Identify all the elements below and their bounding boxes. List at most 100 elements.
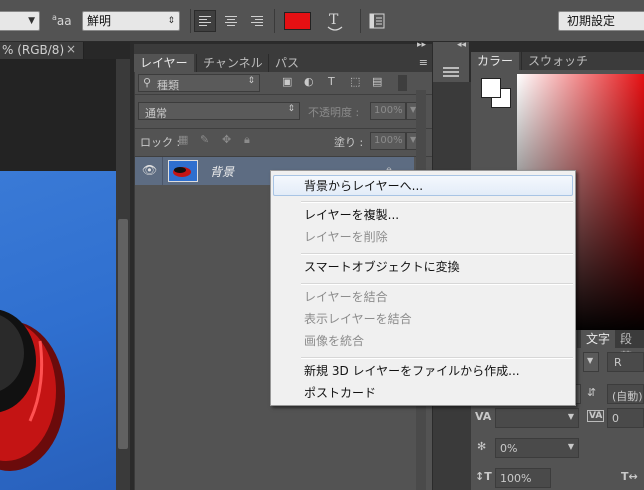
- filter-shape-icon[interactable]: ⬚: [350, 75, 360, 88]
- align-right-icon: [251, 14, 263, 28]
- lock-transparency-icon[interactable]: ▦: [178, 133, 188, 146]
- dock-header: ▸▸: [134, 40, 432, 54]
- chevron-down-icon: ▼: [587, 356, 594, 365]
- chevron-down-icon: ▼: [567, 412, 574, 421]
- options-bar: ▼ aaa 鮮明 ⇕ T 初期設定: [0, 0, 644, 42]
- svg-text:T: T: [329, 12, 339, 28]
- scroll-thumb[interactable]: [118, 219, 128, 449]
- vertical-scale-field[interactable]: 100%: [495, 468, 551, 488]
- document-tab[interactable]: % (RGB/8) ×: [0, 42, 84, 59]
- align-right-button[interactable]: [246, 10, 268, 32]
- photo-canvas[interactable]: [0, 171, 116, 490]
- history-panel-button[interactable]: [441, 66, 461, 78]
- canvas-scrollbar[interactable]: [116, 59, 130, 490]
- layer-thumbnail: [168, 160, 198, 182]
- leading-field[interactable]: (自動): [607, 384, 644, 404]
- menu-separator: [301, 201, 573, 203]
- menu-item-postcard[interactable]: ポストカード: [304, 383, 376, 403]
- divider: [134, 94, 432, 95]
- warp-text-button[interactable]: T: [325, 9, 345, 33]
- layers-tabbar: レイヤー チャンネル パス ≡: [134, 54, 432, 72]
- tracking-field[interactable]: 0: [607, 408, 644, 428]
- antialias-icon: aaa: [52, 13, 72, 28]
- font-style-field[interactable]: R: [607, 352, 644, 372]
- tab-swatches[interactable]: スウォッチ: [521, 52, 594, 70]
- tab-layers[interactable]: レイヤー: [134, 54, 194, 72]
- menu-item-duplicate-layer[interactable]: レイヤーを複製...: [304, 205, 399, 225]
- align-left-button[interactable]: [194, 10, 216, 32]
- tracking-icon: VA: [587, 410, 605, 422]
- color-tabbar: カラー スウォッチ: [471, 52, 644, 70]
- collapse-icon[interactable]: ◂◂: [457, 40, 466, 50]
- antialias-dropdown[interactable]: 鮮明 ⇕: [82, 11, 180, 31]
- menu-item-merge-layers[interactable]: レイヤーを結合: [304, 287, 388, 307]
- visibility-eye-icon[interactable]: 👁︎: [142, 163, 157, 177]
- opacity-field[interactable]: 100%: [370, 102, 406, 120]
- layer-context-menu: 背景からレイヤーへ... レイヤーを複製... レイヤーを削除 スマートオブジェ…: [270, 170, 576, 406]
- tab-paths[interactable]: パス: [268, 54, 305, 72]
- horizontal-scale-icon: T↔: [621, 470, 638, 483]
- tab-channels[interactable]: チャンネル: [196, 54, 269, 72]
- vertical-scale-icon: ✻: [477, 440, 487, 453]
- tab-character[interactable]: 文字: [581, 330, 616, 348]
- lock-pixels-brush-icon[interactable]: ✎: [200, 133, 209, 146]
- menu-item-new-3d-layer[interactable]: 新規 3D レイヤーをファイルから作成...: [304, 361, 520, 381]
- menu-separator: [301, 283, 573, 285]
- filter-adjustment-icon[interactable]: ◐: [304, 75, 314, 88]
- collapse-icon[interactable]: ▸▸: [417, 40, 426, 50]
- align-center-button[interactable]: [220, 10, 242, 32]
- panel-menu-icon[interactable]: ≡: [419, 56, 428, 69]
- chevron-updown-icon: ⇕: [247, 76, 255, 86]
- fill-field[interactable]: 100%: [370, 132, 406, 150]
- toggle-panels-button[interactable]: [368, 12, 388, 30]
- layer-filter-dropdown[interactable]: ⚲ 種類 ⇕: [138, 74, 260, 92]
- filter-smartobject-icon[interactable]: ▤: [372, 75, 382, 88]
- menu-item-flatten-image[interactable]: 画像を統合: [304, 331, 364, 351]
- vertical-text-scale-icon: ↕T: [475, 470, 492, 483]
- chevron-down-icon: ▼: [28, 16, 35, 26]
- font-size-dropdown[interactable]: ▼: [0, 11, 40, 31]
- close-icon[interactable]: ×: [66, 42, 76, 56]
- foreground-color-swatch-top[interactable]: [481, 78, 501, 98]
- search-icon: ⚲: [143, 76, 152, 89]
- filter-toggle[interactable]: [398, 75, 407, 91]
- canvas-viewport[interactable]: [0, 59, 116, 490]
- menu-item-layer-from-background[interactable]: 背景からレイヤーへ...: [304, 176, 423, 196]
- filter-pixel-icon[interactable]: ▣: [282, 75, 292, 88]
- text-color-swatch[interactable]: [284, 12, 311, 30]
- history-icon: [443, 67, 459, 77]
- chevron-updown-icon: ⇕: [287, 104, 295, 114]
- menu-item-merge-visible[interactable]: 表示レイヤーを結合: [304, 309, 412, 329]
- menu-separator: [301, 253, 573, 255]
- workspace-dropdown[interactable]: 初期設定: [558, 11, 644, 31]
- divider: [134, 128, 432, 129]
- menu-item-convert-smart-object[interactable]: スマートオブジェクトに変換: [304, 257, 460, 277]
- character-tabbar: 文字 段落: [577, 330, 644, 364]
- kerning-icon: VA: [475, 410, 492, 423]
- menu-separator: [301, 357, 573, 359]
- chevron-updown-icon: ⇕: [167, 16, 175, 26]
- tab-color[interactable]: カラー: [471, 52, 520, 70]
- blend-mode-dropdown[interactable]: 通常 ⇕: [138, 102, 300, 120]
- photo-image: [0, 309, 65, 471]
- filter-type-icon[interactable]: T: [328, 75, 335, 88]
- kerning-field[interactable]: ▼: [495, 408, 579, 428]
- menu-item-delete-layer[interactable]: レイヤーを削除: [304, 227, 388, 247]
- chevron-down-icon: ▼: [567, 442, 574, 451]
- leading-icon: ⇵: [587, 386, 597, 399]
- divider: [360, 9, 361, 33]
- divider: [162, 157, 163, 185]
- divider: [190, 9, 191, 33]
- lock-all-icon[interactable]: 🔒︎: [244, 133, 250, 147]
- font-family-dropdown-arrow[interactable]: ▼: [583, 352, 599, 372]
- lock-position-move-icon[interactable]: ✥: [222, 133, 231, 146]
- thumbnail-image: [173, 167, 191, 177]
- document-area: % (RGB/8) ×: [0, 42, 130, 490]
- warp-text-icon: T: [327, 12, 343, 31]
- divider: [134, 72, 135, 490]
- divider: [274, 9, 275, 33]
- align-center-icon: [225, 14, 237, 28]
- panels-icon: [369, 13, 385, 29]
- tab-paragraph[interactable]: 段落: [615, 330, 644, 364]
- baseline-shift-field[interactable]: 0% ▼: [495, 438, 579, 458]
